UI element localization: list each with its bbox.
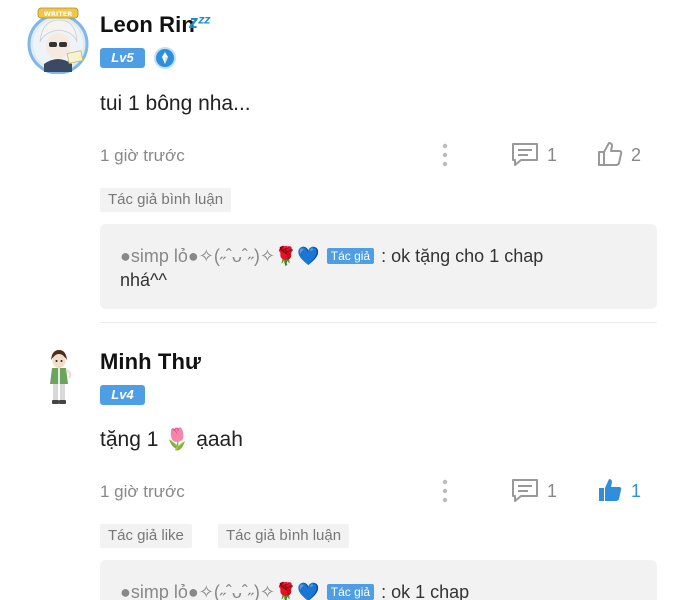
author-reply: ●simp lỏ●✧(˶ˆᴗˆ˶)✧🌹💙 Tác giả : ok 1 chap bbox=[120, 580, 637, 600]
comment-text: tặng 1 🌷 ạaah bbox=[100, 428, 243, 451]
tag-author-replied: Tác giả bình luận bbox=[218, 524, 350, 548]
tag-author-liked: Tác giả like bbox=[100, 524, 192, 548]
vertical-dots-icon[interactable] bbox=[440, 479, 450, 503]
comment-time: 1 giờ trước bbox=[100, 482, 185, 501]
comment-item: Minh Thư Lv4 tặng 1 🌷 ạaah 1 giờ trước 1… bbox=[0, 0, 684, 600]
reply-count: 1 bbox=[547, 481, 558, 501]
thumbs-up-icon[interactable] bbox=[596, 476, 624, 504]
level-badge: Lv4 bbox=[100, 385, 145, 405]
author-reply-box[interactable]: ●simp lỏ●✧(˶ˆᴗˆ˶)✧🌹💙 Tác giả : ok 1 chap bbox=[100, 560, 657, 600]
author-badge: Tác giả bbox=[326, 584, 375, 600]
user-avatar[interactable] bbox=[44, 348, 74, 406]
like-count: 1 bbox=[631, 481, 642, 501]
reply-username[interactable]: ●simp lỏ●✧(˶ˆᴗˆ˶)✧🌹💙 bbox=[120, 582, 320, 600]
comment-author[interactable]: Minh Thư bbox=[100, 349, 201, 375]
comment-icon[interactable] bbox=[510, 477, 540, 503]
reply-text: : ok 1 chap bbox=[381, 582, 470, 600]
